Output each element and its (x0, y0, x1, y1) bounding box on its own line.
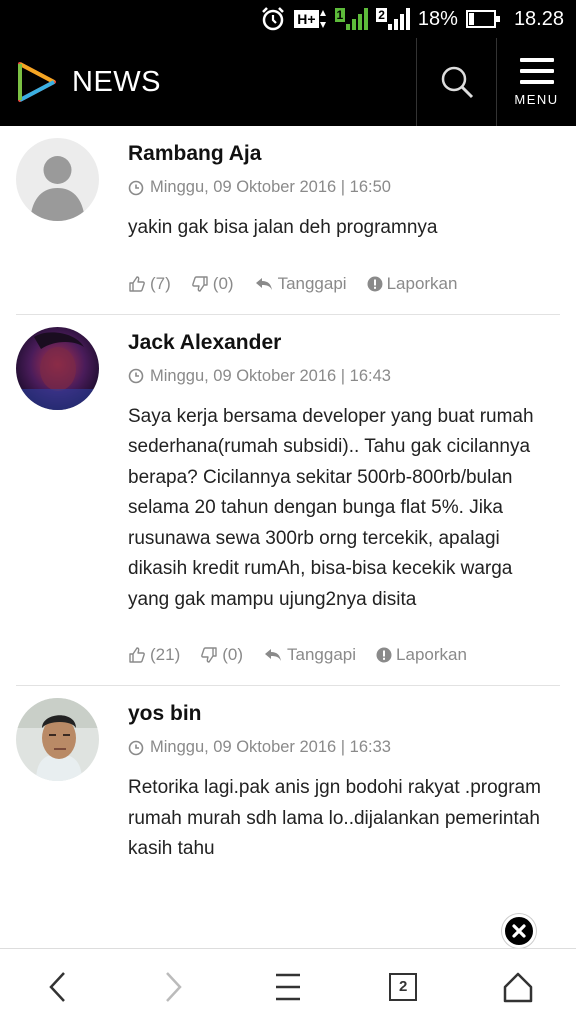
menu-label: MENU (514, 91, 559, 107)
menu-list-icon (275, 973, 300, 1000)
back-icon (48, 971, 65, 1002)
comment-item: Jack Alexander Minggu, 09 Oktober 2016 |… (16, 315, 560, 686)
battery-icon (465, 10, 500, 28)
comment-author[interactable]: yos bin (128, 702, 560, 726)
comment-text: yakin gak bisa jalan deh programnya (128, 217, 438, 238)
comment-author[interactable]: Jack Alexander (128, 331, 560, 355)
close-ad-button[interactable] (502, 914, 536, 948)
comment-date: Minggu, 09 Oktober 2016 | 16:43 (128, 367, 560, 386)
logo-icon[interactable] (14, 60, 58, 104)
reply-icon (255, 277, 272, 290)
dislike-button[interactable]: (0) (200, 645, 243, 665)
comment-actions: (21) (0) Tanggapi Laporkan (128, 645, 560, 665)
reply-button[interactable]: Tanggapi (254, 274, 347, 294)
search-icon (441, 66, 473, 99)
close-icon (512, 924, 526, 938)
browser-toolbar: 2 (0, 948, 576, 1024)
report-button[interactable]: Laporkan (376, 645, 467, 665)
comment-item: yos bin Minggu, 09 Oktober 2016 | 16:33 … (16, 686, 560, 885)
signal-sim2-icon: 2 (376, 8, 410, 30)
thumbs-up-icon (129, 647, 145, 663)
clock-icon (128, 368, 144, 384)
comment-text: Saya kerja bersama developer yang buat r… (128, 405, 534, 610)
comment-item: Rambang Aja Minggu, 09 Oktober 2016 | 16… (16, 126, 560, 315)
forward-button[interactable] (143, 957, 203, 1017)
clock: 18.28 (513, 7, 564, 30)
clock-icon (128, 740, 144, 755)
thumbs-down-icon (191, 275, 208, 292)
app-title: NEWS (72, 65, 161, 98)
reply-icon (265, 649, 282, 661)
tabs-button[interactable]: 2 (373, 957, 433, 1017)
comment-date: Minggu, 09 Oktober 2016 | 16:50 (128, 178, 560, 197)
like-button[interactable]: (7) (128, 274, 171, 294)
avatar[interactable] (16, 138, 99, 221)
avatar[interactable] (16, 326, 99, 410)
comment-list[interactable]: Rambang Aja Minggu, 09 Oktober 2016 | 16… (0, 126, 576, 948)
forward-icon (165, 971, 182, 1002)
app-bar: NEWS MENU (0, 38, 576, 126)
comment-date: Minggu, 09 Oktober 2016 | 16:33 (128, 738, 560, 757)
avatar[interactable] (16, 698, 99, 781)
dislike-button[interactable]: (0) (191, 274, 234, 294)
home-button[interactable] (488, 957, 548, 1017)
thumbs-up-icon (129, 275, 145, 292)
comment-author[interactable]: Rambang Aja (128, 142, 560, 166)
tabs-icon: 2 (389, 972, 418, 1001)
thumbs-down-icon (201, 647, 217, 663)
alert-icon (367, 276, 383, 291)
menu-list-button[interactable] (258, 957, 318, 1017)
menu-icon (519, 57, 554, 84)
menu-button[interactable]: MENU (496, 38, 576, 126)
back-button[interactable] (28, 957, 88, 1017)
network-type-icon: H+ (294, 8, 326, 30)
status-bar: H+ 1 2 18% 18.28 (0, 0, 576, 38)
comment-text: Retorika lagi.pak anis jgn bodohi rakyat… (128, 777, 541, 859)
clock-icon (128, 180, 144, 195)
alarm-icon (260, 6, 286, 32)
home-icon (504, 972, 533, 1002)
report-button[interactable]: Laporkan (367, 274, 457, 294)
signal-sim1-icon: 1 (334, 8, 369, 30)
reply-button[interactable]: Tanggapi (263, 645, 356, 665)
battery-percent: 18% (417, 7, 458, 30)
comment-actions: (7) (0) Tanggapi Laporkan (128, 274, 560, 294)
search-button[interactable] (416, 38, 496, 126)
like-button[interactable]: (21) (128, 645, 180, 665)
alert-icon (376, 647, 392, 663)
